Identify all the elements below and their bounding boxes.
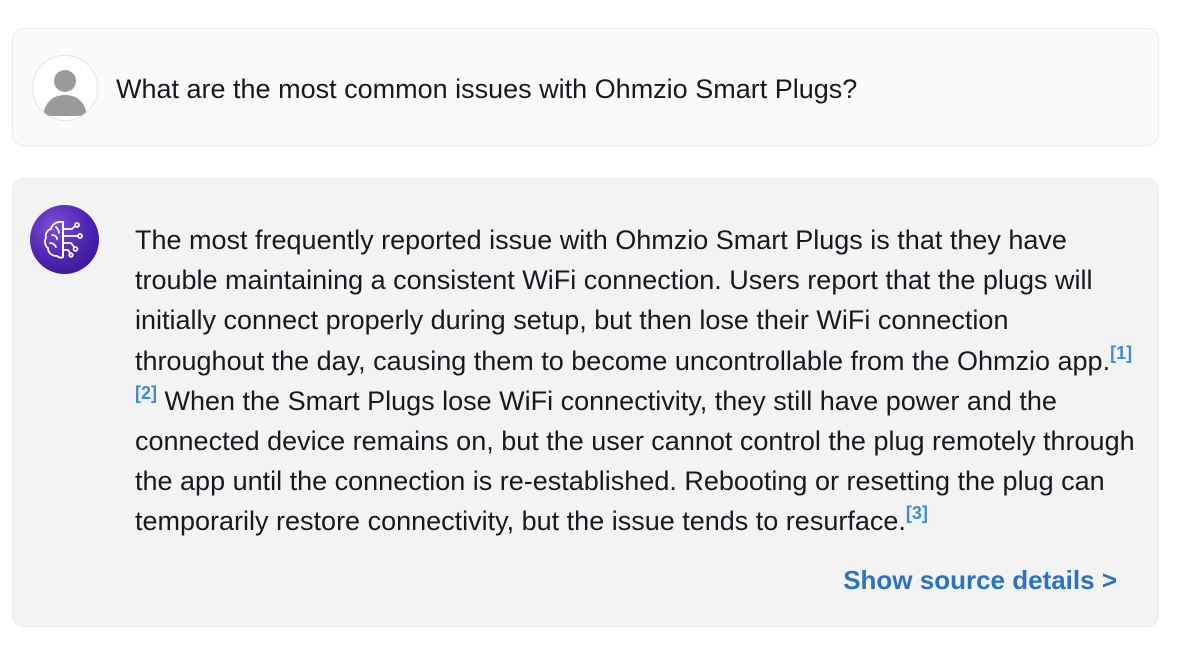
citation-link[interactable]: [3] bbox=[906, 503, 928, 523]
user-message-card: What are the most common issues with Ohm… bbox=[12, 28, 1159, 146]
assistant-answer-text: The most frequently reported issue with … bbox=[135, 220, 1135, 542]
answer-text-part: The most frequently reported issue with … bbox=[135, 225, 1111, 376]
citation-link[interactable]: [2] bbox=[135, 383, 157, 403]
user-avatar-icon bbox=[32, 55, 98, 121]
assistant-message-card: The most frequently reported issue with … bbox=[12, 178, 1159, 627]
ai-brain-circuit-icon bbox=[30, 205, 99, 274]
answer-text-part: When the Smart Plugs lose WiFi connectiv… bbox=[135, 385, 1135, 537]
user-question-text: What are the most common issues with Ohm… bbox=[116, 74, 858, 104]
citation-link[interactable]: [1] bbox=[1110, 343, 1132, 363]
show-source-details-link[interactable]: Show source details > bbox=[843, 565, 1117, 596]
